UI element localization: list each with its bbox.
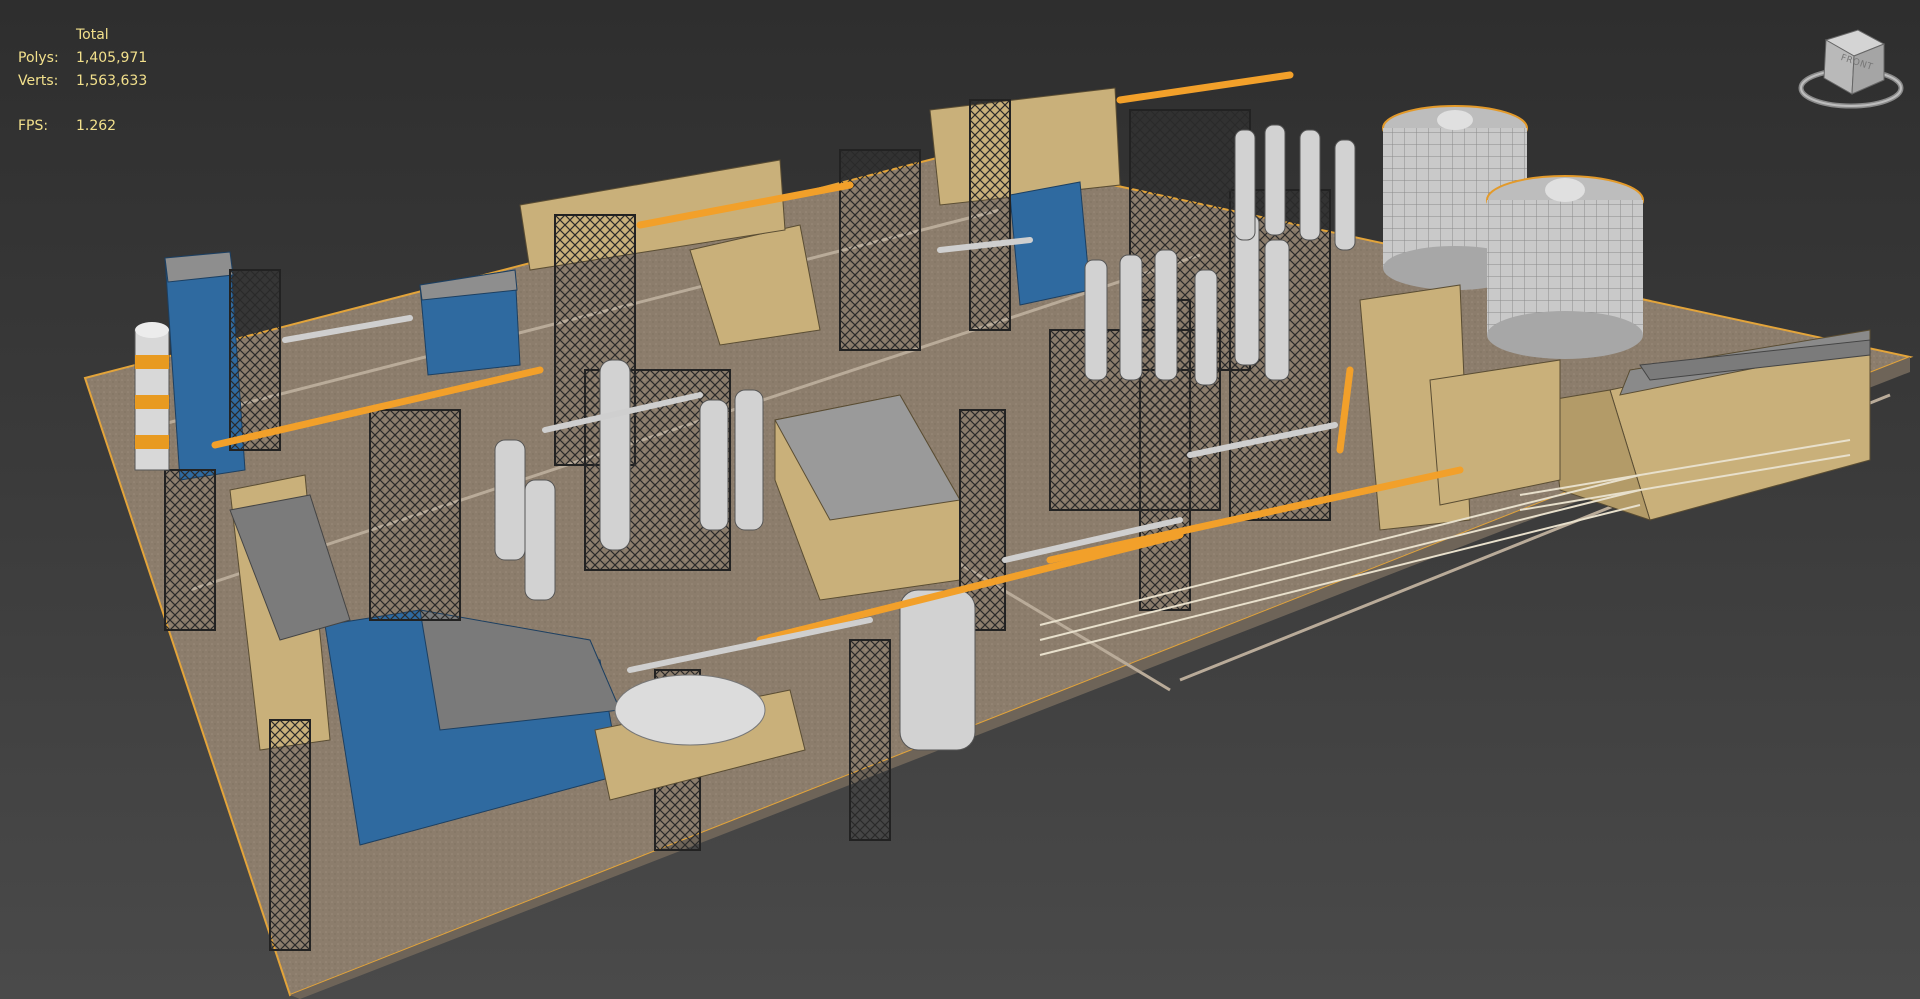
viewport-statistics: Total Polys: 1,405,971 Verts: 1,563,633 … <box>18 24 196 138</box>
verts-label: Verts: <box>18 73 59 89</box>
polys-value: 1,405,971 <box>76 50 148 66</box>
storage-tank-2 <box>1486 175 1644 359</box>
verts-value: 1,563,633 <box>76 73 148 89</box>
polys-label: Polys: <box>18 50 59 66</box>
fps-label: FPS: <box>18 118 49 134</box>
fps-value: 1.262 <box>76 118 117 134</box>
viewcube-icon[interactable] <box>1796 22 1906 114</box>
industrial-plant-scene <box>83 71 1914 999</box>
stats-header: Total <box>76 27 109 43</box>
viewcube[interactable]: FRONT <box>1796 22 1906 114</box>
viewport-perspective[interactable]: Total Polys: 1,405,971 Verts: 1,563,633 … <box>0 0 1920 999</box>
chimney-stack <box>134 322 170 471</box>
